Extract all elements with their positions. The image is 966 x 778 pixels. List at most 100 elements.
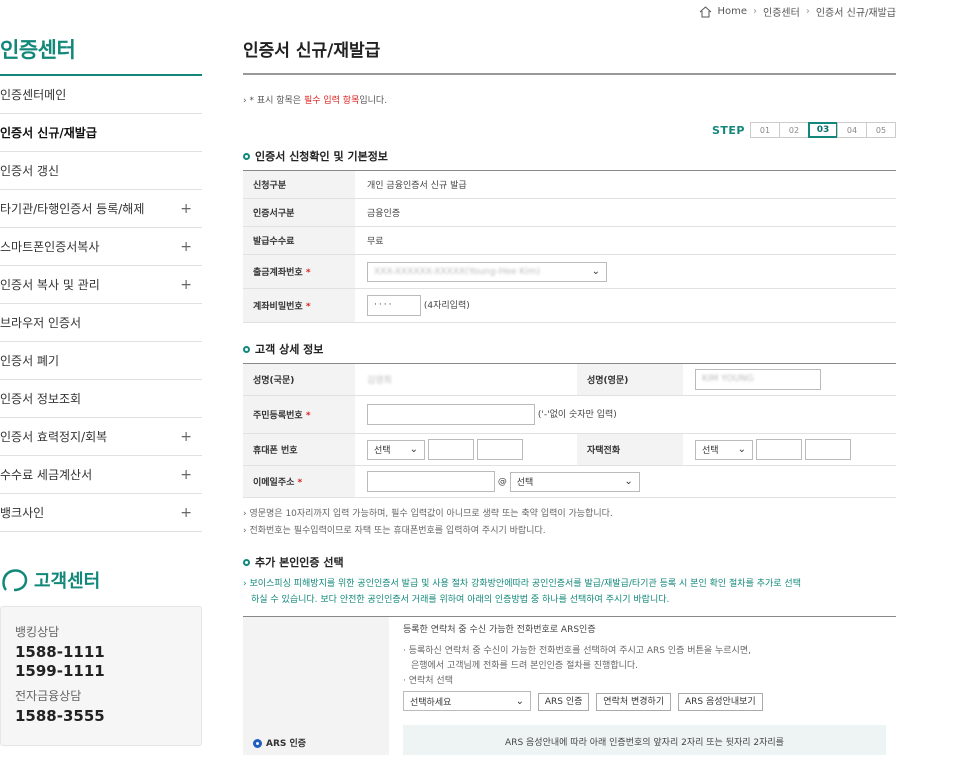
sidebar-item[interactable]: 뱅크사인 + — [0, 494, 202, 532]
customer-info-title: 고객 상세 정보 — [243, 341, 896, 357]
headset-icon — [2, 569, 28, 592]
row-label: 성명(영문) — [577, 363, 683, 396]
change-contact-button[interactable]: 연락처 변경하기 — [596, 692, 672, 711]
account-password-input[interactable]: ···· — [367, 295, 421, 316]
auth-method-table: ARS 인증 등록한 연락처 중 수신 가능한 전화번호로 ARS인증 · 등록… — [243, 616, 896, 755]
row-label: 신청구분 — [243, 170, 355, 199]
plus-icon[interactable]: + — [180, 467, 192, 483]
sidebar-item[interactable]: 브라우저 인증서 — [0, 304, 202, 342]
chevron-down-icon: ⌄ — [409, 444, 418, 455]
banking-number-1: 1588-1111 — [15, 643, 105, 661]
main-content: 인증서 신규/재발급 › * 표시 항목은 필수 입력 항목입니다. STEP … — [243, 28, 896, 755]
home-icon[interactable] — [699, 5, 712, 18]
ars-auth-button[interactable]: ARS 인증 — [537, 692, 590, 711]
breadcrumb-level1[interactable]: 인증센터 — [763, 4, 800, 19]
efin-label: 전자금융상담 — [15, 689, 82, 703]
ars-option[interactable]: ARS 인증 — [243, 616, 389, 755]
ars-detail: 등록한 연락처 중 수신 가능한 전화번호로 ARS인증 · 등록하신 연락처 … — [389, 617, 896, 755]
mobile-mid-input[interactable] — [427, 439, 474, 460]
ars-desc: · 등록하신 연락처 중 수신이 가능한 전화번호를 선택하여 주시고 ARS … — [403, 646, 751, 656]
sidebar-item-label: 스마트폰인증서복사 — [0, 240, 100, 254]
plus-icon[interactable]: + — [180, 277, 192, 293]
name-en-input[interactable]: KIM YOUNG — [695, 369, 821, 390]
chevron-down-icon: ⌄ — [591, 266, 600, 277]
step-01: 01 — [750, 122, 780, 138]
customer-center-box: 뱅킹상담 1588-1111 1599-1111 전자금융상담 1588-355… — [0, 606, 202, 746]
sidebar-item[interactable]: 타기관/타행인증서 등록/해제 + — [0, 190, 202, 228]
rrn-hint: ('-'없이 숫자만 입력) — [537, 410, 617, 420]
step-03: 03 — [808, 122, 838, 138]
mobile-last-input[interactable] — [476, 439, 523, 460]
ars-guide-button[interactable]: ARS 음성안내보기 — [678, 692, 763, 711]
customer-info-table: 성명(국문) 김영희 성명(영문) KIM YOUNG 주민등록번호 * ('-… — [243, 363, 896, 498]
contact-select[interactable]: 선택하세요 ⌄ — [403, 691, 531, 711]
sidebar-item-label: 인증서 정보조회 — [0, 392, 82, 406]
chevron-down-icon: ⌄ — [737, 444, 746, 455]
sidebar-item[interactable]: 인증서 효력정지/회복 + — [0, 418, 202, 456]
plus-icon[interactable]: + — [180, 429, 192, 445]
row-label: 주민등록번호 * — [243, 395, 355, 434]
sidebar-item[interactable]: 인증서 정보조회 — [0, 380, 202, 418]
row-label: 이메일주소 * — [243, 465, 355, 498]
banking-label: 뱅킹상담 — [15, 625, 60, 639]
sidebar-item-label: 인증서 복사 및 관리 — [0, 278, 100, 292]
mobile-prefix-select[interactable]: 선택 ⌄ — [367, 439, 425, 460]
notes: › 영문명은 10자리까지 입력 가능하며, 필수 입력값이 아니므로 생략 또… — [243, 509, 613, 536]
sidebar-item[interactable]: 인증서 복사 및 관리 + — [0, 266, 202, 304]
sidebar-item[interactable]: 인증서 폐기 — [0, 342, 202, 380]
row-label: 휴대폰 번호 — [243, 433, 355, 466]
required-notice: › * 표시 항목은 필수 입력 항목입니다. — [243, 96, 388, 106]
ars-desc: · 연락처 선택 — [403, 676, 453, 686]
home-prefix-select[interactable]: 선택 ⌄ — [695, 439, 753, 460]
row-value: 무료 — [355, 226, 896, 255]
plus-icon[interactable]: + — [180, 239, 192, 255]
efin-number: 1588-3555 — [15, 707, 105, 725]
sidebar-item[interactable]: 스마트폰인증서복사 + — [0, 228, 202, 266]
breadcrumb-level2[interactable]: 인증서 신규/재발급 — [816, 4, 896, 19]
customer-center-title: 고객센터 — [0, 566, 202, 594]
home-mid-input[interactable] — [755, 439, 802, 460]
account-select[interactable]: XXX-XXXXXX-XXXXX(Young-Hee Kim) ⌄ — [367, 261, 607, 282]
bullet-icon — [243, 558, 250, 566]
step-04: 04 — [837, 122, 867, 138]
sidebar-item-label: 인증서 갱신 — [0, 164, 60, 178]
sidebar-item-label: 인증서 폐기 — [0, 354, 60, 368]
extra-auth-title: 추가 본인인증 선택 — [243, 554, 896, 570]
sidebar-title: 인증센터 — [0, 38, 76, 62]
sidebar-item[interactable]: 인증서 갱신 — [0, 152, 202, 190]
sidebar-item[interactable]: 수수료 세금계산서 + — [0, 456, 202, 494]
password-hint: (4자리입력) — [423, 301, 470, 311]
step-list: 01 02 03 04 05 — [750, 122, 896, 138]
bullet-icon — [243, 152, 250, 160]
ars-guide-box: ARS 음성안내에 따라 아래 인증번호의 앞자리 2자리 또는 뒷자리 2자리… — [403, 725, 886, 755]
row-label: 출금계좌번호 * — [243, 254, 355, 289]
bullet-icon — [243, 345, 250, 353]
sidebar-item-label: 브라우저 인증서 — [0, 316, 82, 330]
at-sign: @ — [497, 477, 507, 487]
sidebar-item-label: 인증서 효력정지/회복 — [0, 430, 108, 444]
email-domain-select[interactable]: 선택 ⌄ — [509, 471, 640, 492]
sidebar-item-label: 뱅크사인 — [0, 506, 45, 520]
sidebar-item[interactable]: 인증센터메인 — [0, 76, 202, 114]
rrn-input[interactable] — [367, 404, 535, 425]
email-id-input[interactable] — [367, 471, 495, 492]
plus-icon[interactable]: + — [180, 201, 192, 217]
row-label: 인증서구분 — [243, 198, 355, 227]
step-02: 02 — [779, 122, 809, 138]
sidebar-item-label: 타기관/타행인증서 등록/해제 — [0, 202, 145, 216]
page-title: 인증서 신규/재발급 — [243, 41, 381, 61]
step-indicator: STEP 01 02 03 04 05 — [243, 122, 896, 138]
sidebar-item[interactable]: 인증서 신규/재발급 — [0, 114, 202, 152]
row-label: 발급수수료 — [243, 226, 355, 255]
step-05: 05 — [866, 122, 896, 138]
breadcrumb-home[interactable]: Home — [718, 6, 748, 17]
plus-icon[interactable]: + — [180, 505, 192, 521]
chevron-right-icon: › — [753, 6, 758, 17]
home-last-input[interactable] — [804, 439, 851, 460]
row-value: 개인 금융인증서 신규 발급 — [355, 170, 896, 199]
ars-heading: 등록한 연락처 중 수신 가능한 전화번호로 ARS인증 — [403, 625, 596, 635]
sidebar-item-label: 인증서 신규/재발급 — [0, 126, 97, 140]
row-label: 계좌비밀번호 * — [243, 288, 355, 323]
radio-selected-icon[interactable] — [253, 739, 262, 748]
chevron-right-icon: › — [805, 6, 810, 17]
